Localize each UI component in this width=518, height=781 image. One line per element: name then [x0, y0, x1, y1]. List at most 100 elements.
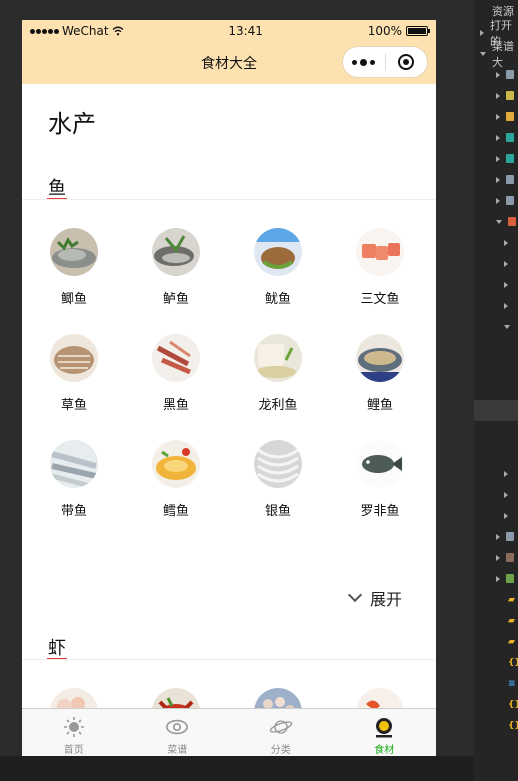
small-shrimp-image — [254, 688, 302, 708]
page-title: 水产 — [48, 110, 96, 138]
ingredient-item[interactable] — [125, 688, 227, 708]
crayfish-image — [152, 688, 200, 708]
folder-icon — [506, 175, 514, 184]
folder-item[interactable] — [474, 190, 518, 211]
ingredient-label: 银鱼 — [264, 504, 291, 519]
ingredient-item[interactable]: 黑鱼 — [125, 334, 227, 428]
ingredient-icon — [372, 715, 396, 739]
folder-item[interactable] — [474, 169, 518, 190]
explorer-project-root[interactable]: 菜谱大 — [474, 40, 518, 69]
folder-item[interactable] — [474, 232, 518, 253]
ingredient-item[interactable]: 龙利鱼 — [227, 334, 329, 428]
js-file-icon: ▰ — [508, 594, 515, 605]
section-header-shrimp: 虾 — [22, 614, 436, 660]
ingredient-label: 鲤鱼 — [366, 398, 393, 413]
close-miniprogram-button[interactable] — [386, 47, 428, 77]
file-item[interactable]: ▰ — [474, 631, 518, 652]
folder-icon — [506, 112, 514, 121]
ingredient-item[interactable]: 鱿鱼 — [227, 228, 329, 322]
tab-recipes[interactable]: 菜谱 — [126, 709, 230, 756]
wxss-file-icon: ≡ — [508, 678, 516, 689]
ingredient-item[interactable]: 草鱼 — [23, 334, 125, 428]
ingredient-label: 龙利鱼 — [258, 398, 298, 413]
file-item[interactable]: {} — [474, 652, 518, 673]
file-item[interactable]: ≡ — [474, 673, 518, 694]
tilapia-image — [356, 440, 404, 488]
ingredient-item[interactable]: 鲈鱼 — [125, 228, 227, 322]
folder-item[interactable] — [474, 547, 518, 568]
folder-icon — [506, 574, 514, 583]
tab-bar: 首页 菜谱 分类 食材 — [22, 708, 436, 756]
json-file-icon: {} — [508, 699, 518, 710]
ingredient-item[interactable] — [227, 688, 329, 708]
folder-item[interactable] — [474, 148, 518, 169]
folder-icon — [506, 70, 514, 79]
ingredient-item[interactable]: 三文鱼 — [329, 228, 431, 322]
sun-icon — [62, 715, 86, 739]
file-item[interactable]: ▰ — [474, 610, 518, 631]
snakehead-image — [152, 334, 200, 382]
folder-item[interactable] — [474, 568, 518, 589]
ingredient-label: 带鱼 — [60, 504, 87, 519]
ingredient-item[interactable] — [329, 688, 431, 708]
json-file-icon: {} — [508, 720, 518, 731]
ingredient-item[interactable]: 带鱼 — [23, 440, 125, 534]
ingredient-label: 三文鱼 — [360, 292, 400, 307]
ingredient-label: 鱿鱼 — [264, 292, 291, 307]
section-underline — [47, 658, 67, 659]
tab-category[interactable]: 分类 — [229, 709, 333, 756]
scroll-content[interactable]: 水产 鱼 鲫鱼 鲈鱼 鱿鱼 三文鱼 草鱼 黑鱼 龙利鱼 鲤鱼 带鱼 鳕鱼 银鱼 … — [22, 84, 436, 708]
selected-file-row[interactable] — [474, 400, 518, 421]
folder-item[interactable] — [474, 316, 518, 337]
folder-item[interactable] — [474, 127, 518, 148]
nav-title: 食材大全 — [201, 56, 257, 72]
clock: 13:41 — [228, 24, 263, 38]
folder-item[interactable] — [474, 526, 518, 547]
ingredient-item[interactable]: 鳕鱼 — [125, 440, 227, 534]
file-item[interactable]: {} — [474, 715, 518, 736]
folder-item[interactable] — [474, 253, 518, 274]
ingredient-item[interactable]: 鲫鱼 — [23, 228, 125, 322]
battery-percent: 100% — [367, 24, 402, 38]
more-dots-icon — [352, 58, 376, 66]
salmon-image — [356, 228, 404, 276]
folder-item[interactable] — [474, 211, 518, 232]
folder-item[interactable] — [474, 274, 518, 295]
shrimp-grid — [22, 660, 436, 708]
tab-ingredients[interactable]: 食材 — [333, 709, 437, 756]
chevron-down-icon — [347, 587, 363, 603]
file-explorer-panel: 资源 打开的 菜谱大 ▰ ▰ ▰ {} ≡ {} {} — [474, 0, 518, 781]
grass-carp-image — [50, 334, 98, 382]
ingredient-label: 鳕鱼 — [162, 504, 189, 519]
folder-icon — [506, 532, 514, 541]
js-file-icon: ▰ — [508, 636, 515, 647]
nav-bar: 食材大全 — [22, 42, 436, 84]
folder-item[interactable] — [474, 505, 518, 526]
folder-icon — [508, 217, 516, 226]
ingredient-item[interactable]: 鲤鱼 — [329, 334, 431, 428]
battery-icon — [406, 26, 430, 36]
ingredient-item[interactable] — [23, 688, 125, 708]
file-item[interactable]: ▰ — [474, 589, 518, 610]
folder-item[interactable] — [474, 85, 518, 106]
signal-icon — [30, 28, 59, 34]
more-button[interactable] — [343, 47, 385, 77]
file-item[interactable]: {} — [474, 694, 518, 715]
section-underline — [47, 198, 67, 199]
folder-icon — [506, 196, 514, 205]
sole-fillet-image — [254, 334, 302, 382]
folder-item[interactable] — [474, 484, 518, 505]
tab-home[interactable]: 首页 — [22, 709, 126, 756]
folder-item[interactable] — [474, 106, 518, 127]
expand-button[interactable]: 展开 — [347, 586, 402, 610]
crucian-carp-image — [50, 228, 98, 276]
folder-item[interactable] — [474, 295, 518, 316]
whitebait-image — [254, 440, 302, 488]
folder-item[interactable] — [474, 463, 518, 484]
tab-label: 菜谱 — [167, 745, 188, 756]
ingredient-item[interactable]: 罗非鱼 — [329, 440, 431, 534]
ingredient-item[interactable]: 银鱼 — [227, 440, 329, 534]
